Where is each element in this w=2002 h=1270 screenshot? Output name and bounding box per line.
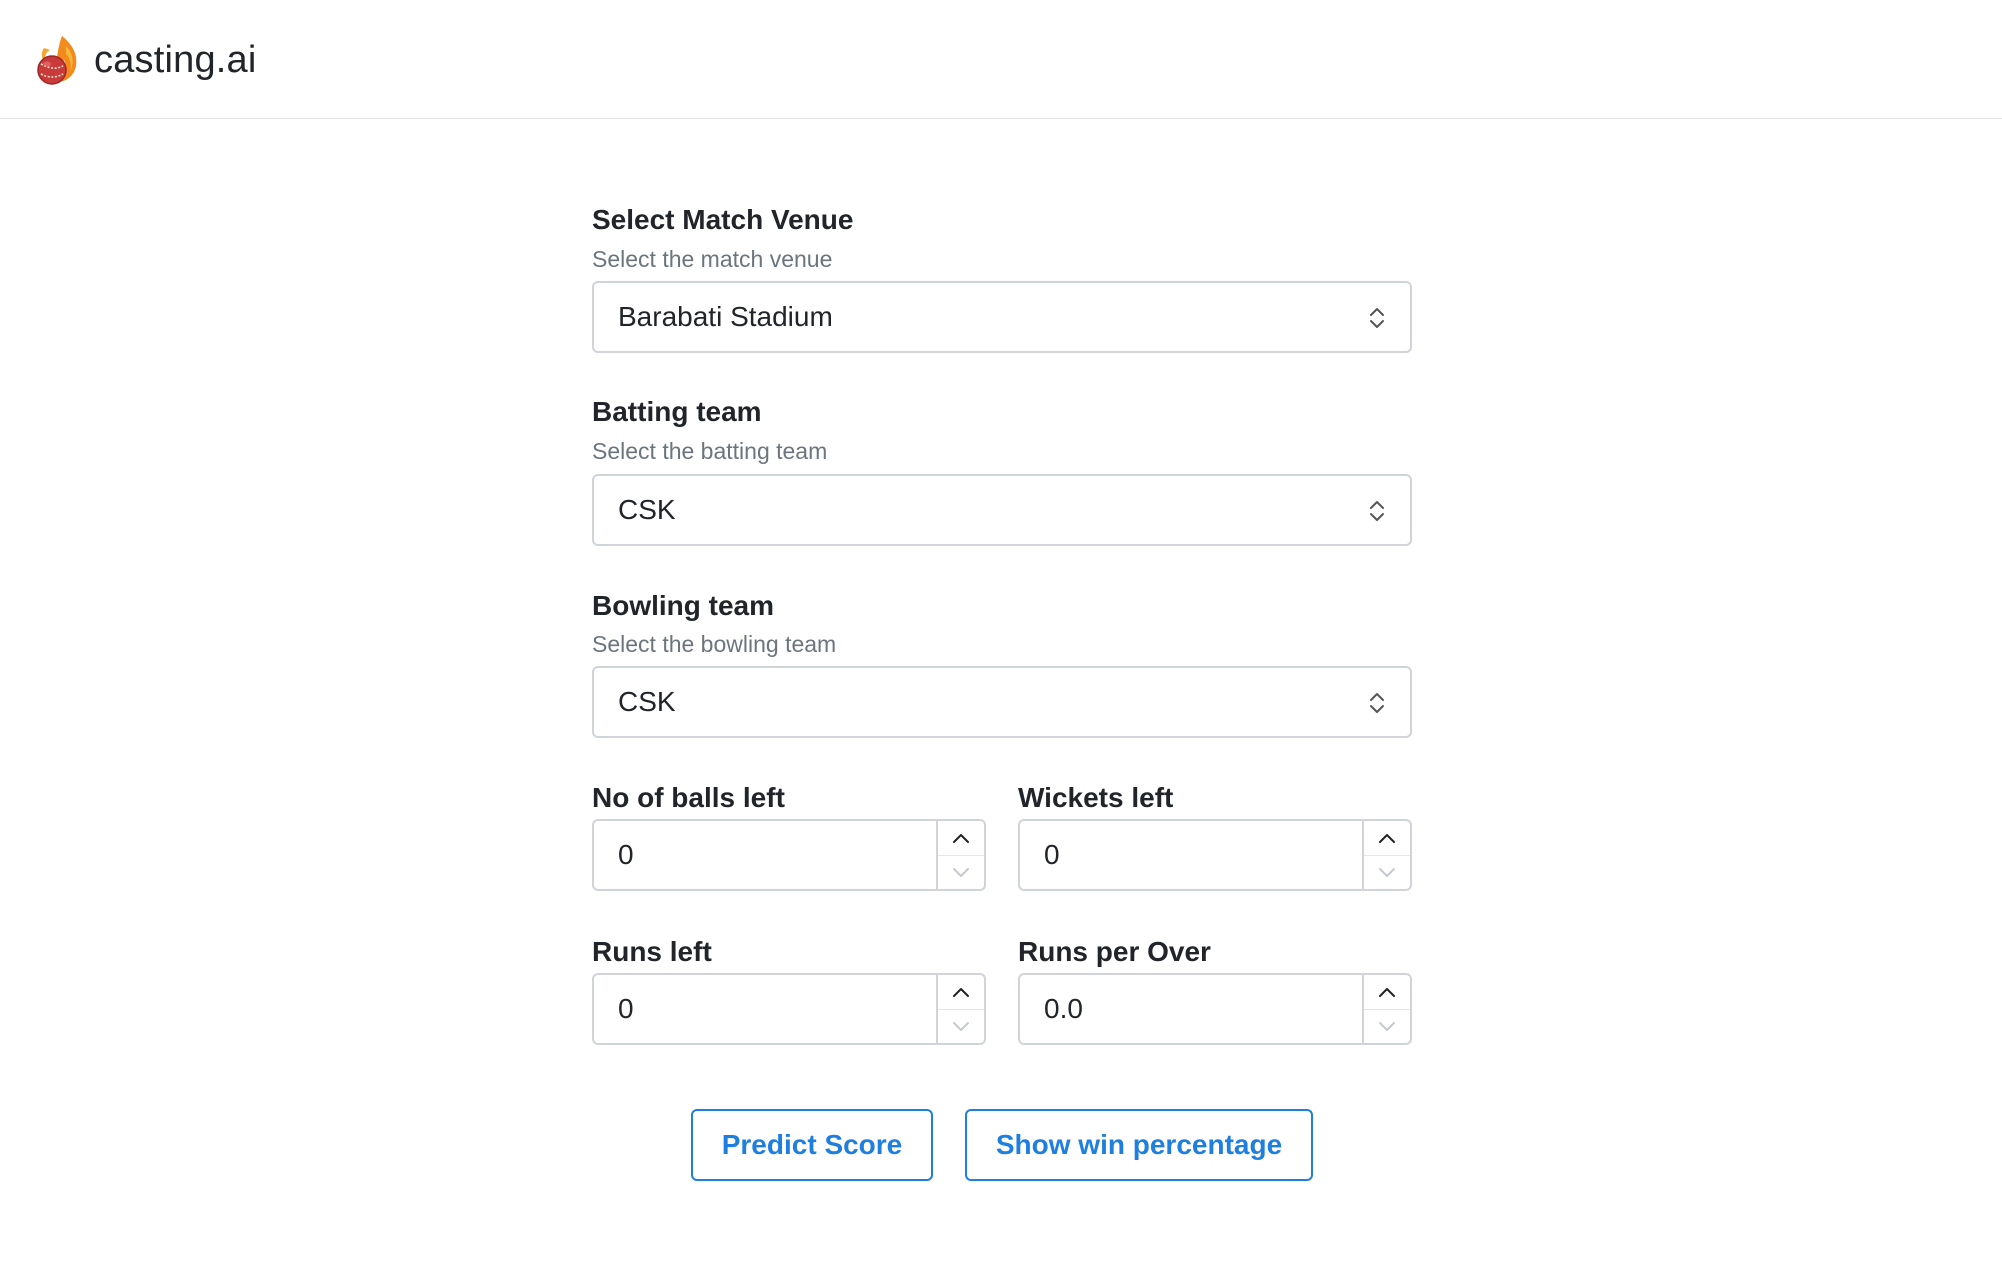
bowling-team-label: Bowling team: [592, 590, 775, 621]
runs-per-over-stepper: [1362, 975, 1410, 1043]
balls-left-stepper: [936, 821, 984, 889]
select-updown-icon: [1370, 501, 1384, 521]
chevron-up-icon: [1379, 834, 1395, 843]
runs-per-over-input[interactable]: 0.0: [1018, 973, 1412, 1045]
balls-left-value: 0: [618, 839, 634, 870]
chevron-up-icon: [1379, 988, 1395, 997]
venue-label: Select Match Venue: [592, 204, 854, 235]
increment-button[interactable]: [1364, 975, 1410, 1010]
venue-help-text: Select the match venue: [592, 246, 833, 272]
balls-left-input[interactable]: 0: [592, 819, 986, 891]
runs-left-value: 0: [618, 993, 634, 1024]
chevron-down-icon: [953, 868, 969, 877]
batting-team-help-text: Select the batting team: [592, 438, 828, 464]
chevron-up-icon: [953, 988, 969, 997]
runs-left-label: Runs left: [592, 936, 712, 967]
select-updown-icon: [1370, 693, 1384, 713]
chevron-down-icon: [1379, 1022, 1395, 1031]
runs-left-input[interactable]: 0: [592, 973, 986, 1045]
brand-name: casting.ai: [94, 38, 257, 81]
venue-select[interactable]: Barabati Stadium: [592, 281, 1412, 353]
runs-per-over-label: Runs per Over: [1018, 936, 1211, 967]
chevron-down-icon: [1379, 868, 1395, 877]
chevron-down-icon: [953, 1022, 969, 1031]
show-win-percentage-button[interactable]: Show win percentage: [965, 1109, 1313, 1181]
brand-link[interactable]: casting.ai: [32, 30, 257, 90]
bowling-team-selected-value: CSK: [618, 686, 676, 717]
wickets-left-value: 0: [1044, 839, 1060, 870]
decrement-button[interactable]: [1364, 855, 1410, 889]
wickets-left-stepper: [1362, 821, 1410, 889]
bowling-team-select[interactable]: CSK: [592, 666, 1412, 738]
runs-per-over-value: 0.0: [1044, 993, 1083, 1024]
batting-team-label: Batting team: [592, 396, 762, 427]
chevron-up-icon: [953, 834, 969, 843]
wickets-left-input[interactable]: 0: [1018, 819, 1412, 891]
decrement-button[interactable]: [1364, 1009, 1410, 1043]
decrement-button[interactable]: [938, 855, 984, 889]
increment-button[interactable]: [938, 821, 984, 856]
flaming-cricket-ball-icon: [37, 36, 77, 85]
wickets-left-label: Wickets left: [1018, 782, 1174, 813]
venue-selected-value: Barabati Stadium: [618, 301, 833, 332]
increment-button[interactable]: [938, 975, 984, 1010]
runs-left-stepper: [936, 975, 984, 1043]
batting-team-select[interactable]: CSK: [592, 474, 1412, 546]
increment-button[interactable]: [1364, 821, 1410, 856]
predict-score-button[interactable]: Predict Score: [691, 1109, 933, 1181]
decrement-button[interactable]: [938, 1009, 984, 1043]
select-updown-icon: [1370, 308, 1384, 328]
balls-left-label: No of balls left: [592, 782, 785, 813]
bowling-team-help-text: Select the bowling team: [592, 631, 837, 657]
batting-team-selected-value: CSK: [618, 494, 676, 525]
top-navbar: casting.ai: [0, 0, 2002, 119]
